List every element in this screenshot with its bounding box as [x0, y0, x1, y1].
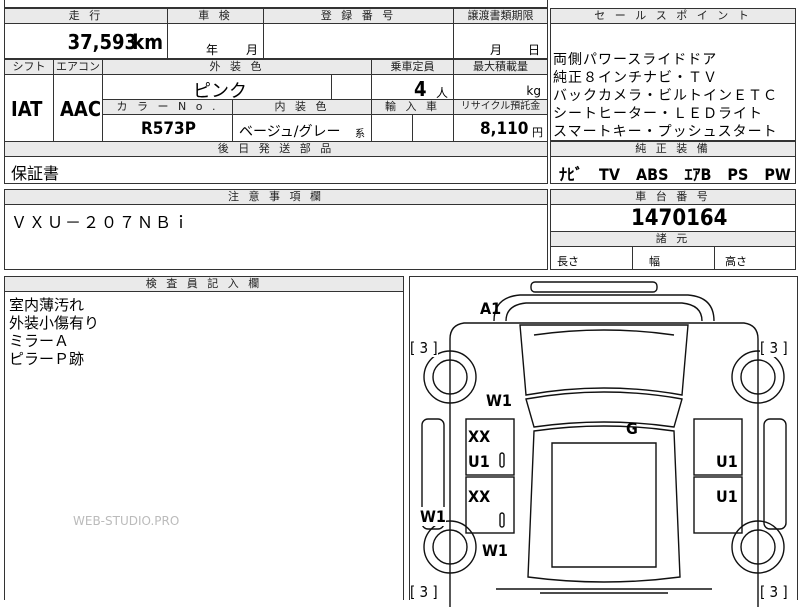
- capacity-header: 乗車定員: [371, 59, 454, 75]
- notes-value: ＶＸＵ－２０７ＮＢｉ: [11, 213, 192, 232]
- sales-point-2: 純正８インチナビ・ＴＶ: [553, 70, 718, 86]
- interior-color-suffix: 系: [355, 129, 365, 140]
- mileage-value: 37,593: [67, 30, 137, 54]
- dimensions-width-cell: 幅: [632, 246, 715, 270]
- dimensions-height-label: 高さ: [725, 255, 747, 268]
- mark-rear-door-xx: XX: [468, 487, 491, 506]
- interior-color-cell: ベージュ/グレー 系: [232, 114, 372, 142]
- sales-points-cell: 両側パワースライドドア 純正８インチナビ・ＴＶ バックカメラ・ビルトインＥＴＣ …: [550, 23, 796, 141]
- aircon-cell: AAC: [53, 74, 103, 142]
- mark-fender-left: W1: [486, 391, 512, 410]
- later-parts-cell: 保証書: [4, 156, 548, 184]
- mark-quarter-left: W1: [420, 507, 446, 526]
- recycle-fee-unit: 円: [532, 126, 543, 139]
- import-cell-2: [412, 114, 454, 142]
- color-no-header: カ ラ ー N o .: [102, 99, 233, 115]
- chassis-no-value: 1470164: [631, 206, 728, 231]
- interior-color-value: ベージュ/グレー: [239, 124, 341, 140]
- dimensions-height-cell: 高さ: [714, 246, 796, 270]
- color-no-cell: R573P: [102, 114, 233, 142]
- chassis-no-cell: 1470164: [550, 204, 796, 232]
- transfer-day-label: 日: [528, 43, 541, 57]
- inspection-year-label: 年: [206, 43, 219, 57]
- mark-a1: A1: [480, 299, 502, 318]
- capacity-value: 4: [414, 77, 427, 101]
- mark-front-door-u1: U1: [468, 452, 490, 471]
- sales-points-header: セ ー ル ス ポ イ ン ト: [550, 8, 796, 24]
- dimensions-length-label: 長さ: [557, 255, 579, 268]
- later-parts-header: 後 日 発 送 部 品: [4, 141, 548, 157]
- recycle-fee-header: リサイクル預託金: [453, 99, 548, 115]
- aircon-header: エアコン: [53, 59, 103, 75]
- sales-point-1: 両側パワースライドドア: [553, 52, 718, 68]
- dimensions-width-label: 幅: [649, 255, 660, 268]
- mark-front-door-right-u1: U1: [716, 452, 738, 471]
- recycle-fee-value: 8,110: [480, 119, 529, 139]
- dimensions-length-cell: 長さ: [550, 246, 633, 270]
- exterior-color-header: 外 装 色: [102, 59, 372, 75]
- recycle-fee-cell: 8,110 円: [453, 114, 548, 142]
- inspector-note-4: ピラーＰ跡: [9, 350, 85, 368]
- watermark: WEB-STUDIO.PRO: [73, 514, 180, 528]
- mark-corner-bl: [ 3 ]: [410, 583, 438, 601]
- inspection-header: 車 検: [167, 8, 264, 24]
- shift-cell: IAT: [4, 74, 54, 142]
- mark-rear-fender-left: W1: [482, 541, 508, 560]
- later-parts-value: 保証書: [11, 164, 60, 183]
- mark-glass: G: [626, 419, 638, 438]
- registration-header: 登 録 番 号: [263, 8, 454, 24]
- transfer-deadline-cell: 月 日: [453, 23, 548, 59]
- capacity-cell: 4 人: [371, 74, 454, 101]
- mark-corner-tl: [ 3 ]: [410, 339, 438, 357]
- inspection-month-label: 月: [246, 43, 259, 57]
- mark-front-door-xx: XX: [468, 427, 491, 446]
- mileage-cell: 37,593 km: [4, 23, 168, 59]
- mark-corner-tr: [ 3 ]: [760, 339, 788, 357]
- max-load-cell: kg: [453, 74, 548, 100]
- sales-point-4: シートヒーター・ＬＥＤライト: [553, 106, 763, 122]
- shift-value: IAT: [11, 97, 43, 121]
- mark-rear-door-right-u1: U1: [716, 487, 738, 506]
- sales-point-5: スマートキー・プッシュスタート: [553, 124, 778, 140]
- registration-cell: [263, 23, 454, 59]
- shift-header: シフト: [4, 59, 54, 75]
- car-diagram: A1 [ 3 ] [ 3 ] W1 G XX U1 U1 XX U1 W1 W1…: [409, 276, 798, 607]
- mileage-unit: km: [132, 30, 163, 54]
- oem-equipment-cell: ﾅﾋﾞ TV ABS ｴｱB PS PW: [550, 156, 796, 184]
- mileage-header: 走 行: [4, 8, 168, 24]
- exterior-color-cell: ピンク: [102, 74, 332, 102]
- oem-equipment-value: ﾅﾋﾞ TV ABS ｴｱB PS PW: [559, 165, 791, 184]
- notes-header: 注 意 事 項 欄: [4, 189, 548, 205]
- color-no-value: R573P: [141, 119, 196, 139]
- oem-equipment-header: 純 正 装 備: [550, 141, 796, 157]
- chassis-no-header: 車 台 番 号: [550, 189, 796, 205]
- dimensions-header: 諸 元: [550, 231, 796, 247]
- top-strip: [4, 0, 548, 8]
- import-cell-1: [371, 114, 413, 142]
- transfer-month-label: 月: [490, 43, 503, 57]
- notes-cell: ＶＸＵ－２０７ＮＢｉ: [4, 204, 548, 270]
- import-header: 輸 入 車: [371, 99, 454, 115]
- mark-corner-br: [ 3 ]: [760, 583, 788, 601]
- aircon-value: AAC: [60, 97, 102, 121]
- exterior-color-code-cell: [331, 74, 372, 100]
- inspector-notes-cell: 室内薄汚れ 外装小傷有り ミラーＡ ピラーＰ跡 WEB-STUDIO.PRO: [4, 291, 404, 600]
- sales-point-3: バックカメラ・ビルトインＥＴＣ: [553, 88, 778, 104]
- transfer-deadline-header: 譲渡書類期限: [453, 8, 548, 24]
- max-load-header: 最大積載量: [453, 59, 548, 75]
- interior-color-header: 内 装 色: [232, 99, 372, 115]
- inspector-notes-header: 検 査 員 記 入 欄: [4, 276, 404, 292]
- max-load-unit: kg: [526, 84, 541, 98]
- inspection-cell: 年 月: [167, 23, 264, 59]
